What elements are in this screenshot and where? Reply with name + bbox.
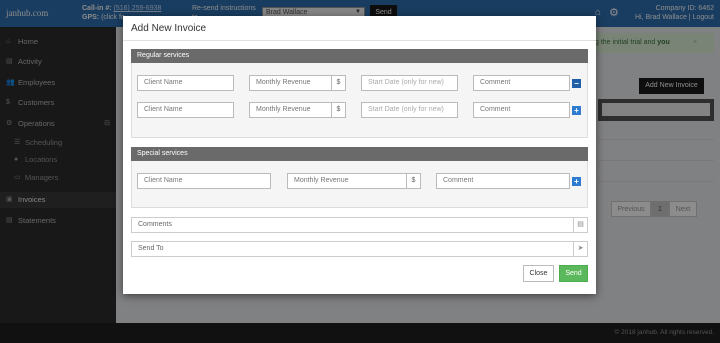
client-name-input[interactable]: Client Name bbox=[137, 75, 234, 91]
monthly-revenue-input[interactable]: Monthly Revenue $ bbox=[287, 173, 421, 189]
section-heading: Special services bbox=[131, 147, 588, 161]
start-date-input[interactable]: Start Date (only for new) bbox=[361, 102, 458, 118]
comment-input[interactable]: Comment bbox=[436, 173, 570, 189]
comments-input[interactable]: Comments ▤ bbox=[131, 217, 588, 233]
client-name-input[interactable]: Client Name bbox=[137, 102, 234, 118]
client-name-input[interactable]: Client Name bbox=[137, 173, 271, 189]
add-invoice-modal: Add New Invoice Regular services Client … bbox=[123, 16, 596, 294]
remove-row-button[interactable]: − bbox=[572, 79, 581, 88]
divider bbox=[123, 40, 596, 41]
section-heading: Regular services bbox=[131, 49, 588, 63]
monthly-revenue-input[interactable]: Monthly Revenue $ bbox=[249, 102, 346, 118]
comment-input[interactable]: Comment bbox=[473, 75, 570, 91]
dollar-icon: $ bbox=[406, 174, 420, 188]
special-services-section: Special services Client Name Monthly Rev… bbox=[131, 147, 588, 208]
comment-icon: ▤ bbox=[573, 218, 587, 232]
modal-title: Add New Invoice bbox=[131, 23, 207, 34]
send-to-input[interactable]: Send To ➤ bbox=[131, 241, 588, 257]
paper-plane-icon: ➤ bbox=[573, 242, 587, 256]
start-date-input[interactable]: Start Date (only for new) bbox=[361, 75, 458, 91]
send-button[interactable]: Send bbox=[559, 265, 588, 282]
add-row-button[interactable]: + bbox=[572, 177, 581, 186]
comment-input[interactable]: Comment bbox=[473, 102, 570, 118]
dollar-icon: $ bbox=[331, 76, 345, 90]
dollar-icon: $ bbox=[331, 103, 345, 117]
monthly-revenue-input[interactable]: Monthly Revenue $ bbox=[249, 75, 346, 91]
close-button[interactable]: Close bbox=[523, 265, 554, 282]
regular-services-section: Regular services Client Name Monthly Rev… bbox=[131, 49, 588, 138]
add-row-button[interactable]: + bbox=[572, 106, 581, 115]
